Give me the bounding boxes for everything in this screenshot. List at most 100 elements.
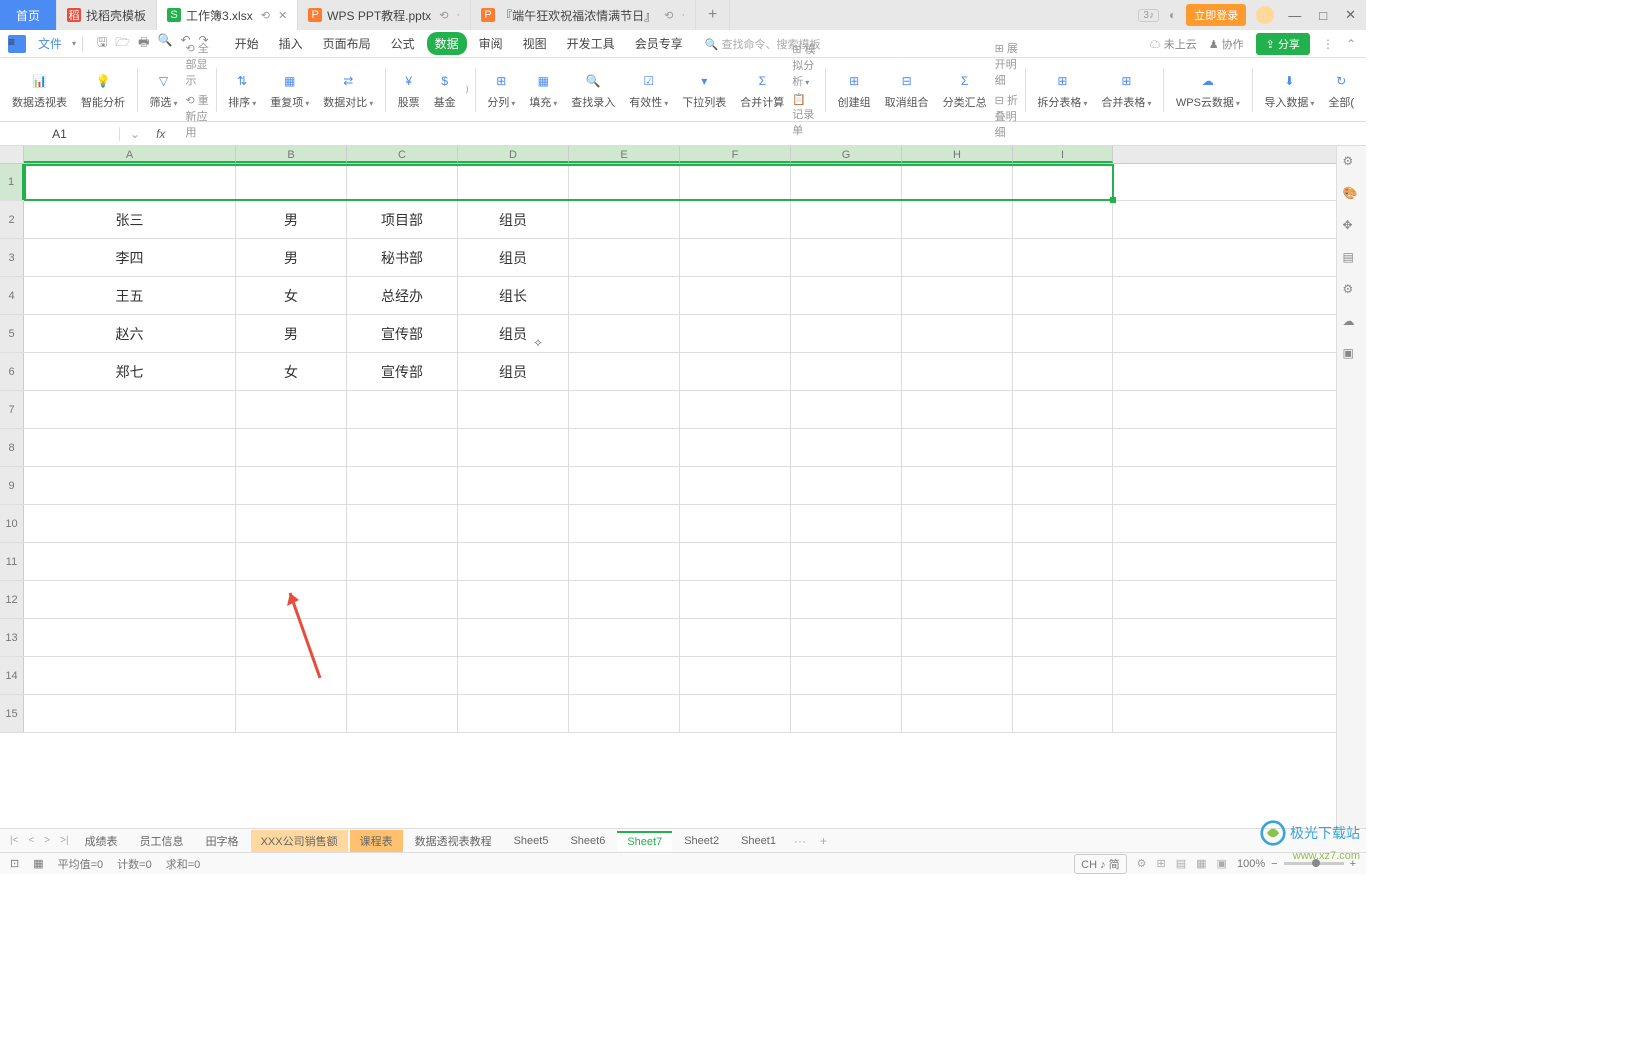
cell[interactable] <box>24 657 236 694</box>
cell[interactable] <box>902 695 1013 732</box>
row-header[interactable]: 11 <box>0 543 24 580</box>
tab-template[interactable]: 稻找稻壳模板 <box>57 0 157 30</box>
cell[interactable] <box>347 467 458 504</box>
fund-button[interactable]: $基金 <box>428 70 462 110</box>
tab-ppt2[interactable]: P『端午狂欢祝福浓情满节日』⟲· <box>471 0 696 30</box>
menu-insert[interactable]: 插入 <box>271 32 311 55</box>
cell[interactable] <box>791 315 902 352</box>
menu-view[interactable]: 视图 <box>515 32 555 55</box>
cell[interactable] <box>1013 164 1113 200</box>
split-table-button[interactable]: ⊞拆分表格▾ <box>1031 70 1093 110</box>
cell[interactable] <box>1013 239 1113 276</box>
cell[interactable] <box>680 505 791 542</box>
preview-icon[interactable]: 🔍 <box>157 33 172 54</box>
panel-icon[interactable]: ▤ <box>1343 250 1361 268</box>
cell[interactable] <box>458 505 569 542</box>
cell[interactable] <box>1013 695 1113 732</box>
cell[interactable]: 组员 <box>458 239 569 276</box>
row-header[interactable]: 9 <box>0 467 24 504</box>
cell[interactable]: 总经办 <box>347 277 458 314</box>
cell[interactable] <box>458 429 569 466</box>
pin-icon[interactable]: ⟲ <box>261 9 270 22</box>
cell[interactable]: 项目部 <box>347 201 458 238</box>
row-header[interactable]: 6 <box>0 353 24 390</box>
style-icon[interactable]: 🎨 <box>1343 186 1361 204</box>
find-button[interactable]: 🔍查找录入 <box>565 70 621 110</box>
zoom-level[interactable]: 100% <box>1237 858 1265 870</box>
cell[interactable] <box>569 467 680 504</box>
skin-icon[interactable]: ◐ <box>1169 8 1176 22</box>
cell[interactable] <box>680 543 791 580</box>
file-menu[interactable]: 文件 <box>32 35 68 52</box>
cell[interactable] <box>24 429 236 466</box>
sheet-more[interactable]: ··· <box>788 834 812 848</box>
zoom-slider[interactable] <box>1284 862 1344 865</box>
cell[interactable] <box>24 581 236 618</box>
cell[interactable] <box>1013 315 1113 352</box>
cell[interactable] <box>458 619 569 656</box>
cell[interactable] <box>1013 201 1113 238</box>
cell[interactable] <box>902 543 1013 580</box>
cell[interactable] <box>680 429 791 466</box>
cell[interactable] <box>458 657 569 694</box>
col-header-C[interactable]: C <box>347 146 458 163</box>
sim-button[interactable]: ⊞ 模拟分析▾ <box>792 41 819 89</box>
view-reader-icon[interactable]: ▣ <box>1217 857 1227 870</box>
cell[interactable] <box>24 391 236 428</box>
pivot-button[interactable]: 📊数据透视表 <box>6 70 73 110</box>
cell[interactable] <box>902 239 1013 276</box>
row-header[interactable]: 10 <box>0 505 24 542</box>
sheet-nav-next[interactable]: > <box>40 835 54 846</box>
valid-button[interactable]: ☑有效性▾ <box>623 70 674 110</box>
cell[interactable] <box>347 164 458 200</box>
cell[interactable] <box>680 467 791 504</box>
tab-workbook[interactable]: S工作簿3.xlsx⟲✕ <box>157 0 298 30</box>
fx-button[interactable]: fx <box>150 127 171 141</box>
menu-review[interactable]: 审阅 <box>471 32 511 55</box>
cell[interactable] <box>24 695 236 732</box>
tab-home[interactable]: 首页 <box>0 0 57 30</box>
smart-button[interactable]: 💡智能分析 <box>75 70 131 110</box>
maximize-button[interactable]: □ <box>1315 8 1331 23</box>
menu-dev[interactable]: 开发工具 <box>559 32 623 55</box>
cell[interactable] <box>458 581 569 618</box>
cell[interactable]: 王五 <box>24 277 236 314</box>
col-header-G[interactable]: G <box>791 146 902 163</box>
save-icon[interactable]: 🖫 <box>97 33 107 54</box>
tab-add-button[interactable]: + <box>696 0 730 30</box>
row-header[interactable]: 2 <box>0 201 24 238</box>
backup-icon[interactable]: ☁ <box>1343 314 1361 332</box>
cell[interactable] <box>347 619 458 656</box>
cell[interactable] <box>24 467 236 504</box>
view-break-icon[interactable]: ▦ <box>1196 857 1206 870</box>
sheet-tab[interactable]: 课程表 <box>350 830 403 852</box>
cell[interactable] <box>569 581 680 618</box>
sheet-nav-last[interactable]: >| <box>56 835 72 846</box>
col-header-B[interactable]: B <box>236 146 347 163</box>
fx-dropdown-icon[interactable]: ⌄ <box>130 127 140 141</box>
notif-badge[interactable]: 3♪ <box>1138 9 1159 22</box>
spreadsheet-grid[interactable]: A B C D E F G H I 12张三男项目部组员3李四男秘书部组员4王五… <box>0 146 1336 828</box>
dropdown-button[interactable]: ▾下拉列表 <box>676 70 732 110</box>
cell[interactable]: 张三 <box>24 201 236 238</box>
open-icon[interactable]: 🗁 <box>115 33 130 54</box>
cell[interactable] <box>569 201 680 238</box>
cell[interactable] <box>791 353 902 390</box>
cell[interactable] <box>791 239 902 276</box>
sheet-add-button[interactable]: + <box>814 834 833 848</box>
sheet-tab[interactable]: 数据透视表教程 <box>405 830 502 852</box>
row-header[interactable]: 8 <box>0 429 24 466</box>
cell[interactable] <box>1013 505 1113 542</box>
cell[interactable]: 郑七 <box>24 353 236 390</box>
avatar[interactable] <box>1256 6 1274 24</box>
cell[interactable] <box>569 619 680 656</box>
ungroup-button[interactable]: ⊟取消组合 <box>879 70 935 110</box>
view-settings-icon[interactable]: ⚙ <box>1137 857 1147 870</box>
cell[interactable] <box>569 505 680 542</box>
sheet-tab[interactable]: Sheet5 <box>504 832 559 850</box>
row-header[interactable]: 14 <box>0 657 24 694</box>
collab-button[interactable]: ♟ 协作 <box>1209 36 1244 52</box>
cell[interactable] <box>902 619 1013 656</box>
cell[interactable] <box>791 164 902 200</box>
cell[interactable] <box>791 619 902 656</box>
